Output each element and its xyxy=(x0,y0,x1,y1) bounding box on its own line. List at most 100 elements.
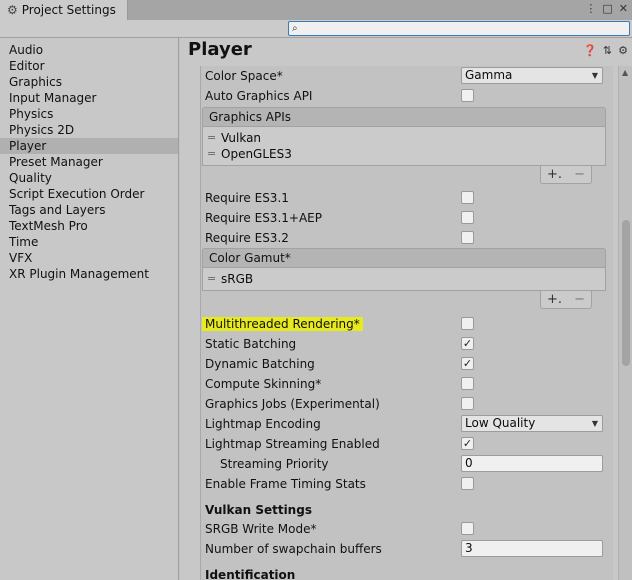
multithreaded-rendering-label: Multithreaded Rendering* xyxy=(202,317,363,331)
vertical-scrollbar[interactable]: ▲ xyxy=(618,66,632,580)
lightmap-encoding-dropdown[interactable]: Low Quality ▼ xyxy=(461,415,603,432)
color-gamut-list: Color Gamut* = sRGB +. − xyxy=(202,248,606,311)
drag-handle-icon[interactable]: = xyxy=(207,130,221,146)
sidebar-item-textmesh-pro[interactable]: TextMesh Pro xyxy=(0,218,178,234)
dynamic-batching-checkbox[interactable]: ✓ xyxy=(461,357,474,370)
compute-skinning-label: Compute Skinning* xyxy=(205,377,322,391)
require-es32-label: Require ES3.2 xyxy=(205,231,289,245)
list-item-label: sRGB xyxy=(221,272,254,286)
dynamic-batching-row: Dynamic Batching ✓ xyxy=(201,354,613,374)
check-icon: ✓ xyxy=(462,357,473,370)
menu-icon[interactable]: ⋮ xyxy=(585,2,596,16)
tab-project-settings[interactable]: ⚙ Project Settings xyxy=(0,0,128,20)
sidebar-item-time[interactable]: Time xyxy=(0,234,178,250)
dynamic-batching-label: Dynamic Batching xyxy=(205,357,315,371)
list-buttons: +. − xyxy=(540,291,592,309)
sidebar-item-xr-plugin-management[interactable]: XR Plugin Management xyxy=(0,266,178,282)
lightmap-encoding-value: Low Quality xyxy=(465,416,536,430)
auto-graphics-api-checkbox[interactable] xyxy=(461,89,474,102)
srgb-write-mode-label: SRGB Write Mode* xyxy=(205,522,317,536)
graphics-jobs-checkbox[interactable] xyxy=(461,397,474,410)
compute-skinning-row: Compute Skinning* xyxy=(201,374,613,394)
sidebar-item-quality[interactable]: Quality xyxy=(0,170,178,186)
sidebar-item-graphics[interactable]: Graphics xyxy=(0,74,178,90)
drag-handle-icon[interactable]: = xyxy=(207,271,221,287)
auto-graphics-api-row: Auto Graphics API xyxy=(201,86,613,106)
swapchain-buffers-field[interactable]: 3 xyxy=(461,540,603,557)
require-es31-row: Require ES3.1 xyxy=(201,188,613,208)
identification-row: Identification xyxy=(201,565,613,580)
sidebar-item-player[interactable]: Player xyxy=(0,138,178,154)
frame-timing-stats-checkbox[interactable] xyxy=(461,477,474,490)
presets-icon[interactable]: ⇅ xyxy=(603,44,612,57)
page-title: Player xyxy=(188,39,252,60)
lightmap-streaming-row: Lightmap Streaming Enabled ✓ xyxy=(201,434,613,454)
vulkan-settings-heading: Vulkan Settings xyxy=(205,503,312,517)
sidebar-item-script-execution-order[interactable]: Script Execution Order xyxy=(0,186,178,202)
color-space-dropdown[interactable]: Gamma ▼ xyxy=(461,67,603,84)
require-es31-label: Require ES3.1 xyxy=(205,191,289,205)
sidebar: Audio Editor Graphics Input Manager Phys… xyxy=(0,38,179,580)
remove-icon[interactable]: − xyxy=(574,167,585,182)
lightmap-encoding-row: Lightmap Encoding Low Quality ▼ xyxy=(201,414,613,434)
lightmap-streaming-checkbox[interactable]: ✓ xyxy=(461,437,474,450)
search-input[interactable]: ⌕ xyxy=(288,21,630,36)
compute-skinning-checkbox[interactable] xyxy=(461,377,474,390)
gear-icon: ⚙ xyxy=(7,3,18,17)
list-item[interactable]: = Vulkan xyxy=(207,130,605,146)
frame-timing-stats-label: Enable Frame Timing Stats xyxy=(205,477,366,491)
sidebar-item-preset-manager[interactable]: Preset Manager xyxy=(0,154,178,170)
settings-icon[interactable]: ⚙ xyxy=(618,44,628,57)
color-space-value: Gamma xyxy=(465,68,513,82)
lightmap-encoding-label: Lightmap Encoding xyxy=(205,417,321,431)
sidebar-item-vfx[interactable]: VFX xyxy=(0,250,178,266)
add-icon[interactable]: +. xyxy=(547,167,562,182)
identification-heading: Identification xyxy=(205,568,296,580)
require-es32-checkbox[interactable] xyxy=(461,231,474,244)
static-batching-label: Static Batching xyxy=(205,337,297,351)
require-es31-aep-checkbox[interactable] xyxy=(461,211,474,224)
search-icon: ⌕ xyxy=(292,23,298,34)
graphics-apis-footer: +. − xyxy=(202,166,606,186)
sidebar-item-physics-2d[interactable]: Physics 2D xyxy=(0,122,178,138)
drag-handle-icon[interactable]: = xyxy=(207,146,221,162)
graphics-apis-body: = Vulkan = OpenGLES3 xyxy=(202,127,606,166)
remove-icon[interactable]: − xyxy=(574,292,585,307)
sidebar-item-editor[interactable]: Editor xyxy=(0,58,178,74)
frame-timing-stats-row: Enable Frame Timing Stats xyxy=(201,474,613,494)
list-item[interactable]: = sRGB xyxy=(207,271,605,287)
require-es31-checkbox[interactable] xyxy=(461,191,474,204)
scroll-up-icon[interactable]: ▲ xyxy=(622,68,628,77)
sidebar-item-physics[interactable]: Physics xyxy=(0,106,178,122)
sidebar-item-input-manager[interactable]: Input Manager xyxy=(0,90,178,106)
add-icon[interactable]: +. xyxy=(547,292,562,307)
srgb-write-mode-checkbox[interactable] xyxy=(461,522,474,535)
search-row: ⌕ xyxy=(0,20,632,38)
close-icon[interactable]: ✕ xyxy=(619,2,628,16)
streaming-priority-field[interactable]: 0 xyxy=(461,455,603,472)
vulkan-settings-row: Vulkan Settings xyxy=(201,500,613,520)
sidebar-item-audio[interactable]: Audio xyxy=(0,42,178,58)
graphics-apis-header: Graphics APIs xyxy=(202,107,606,127)
list-item[interactable]: = OpenGLES3 xyxy=(207,146,605,162)
multithreaded-rendering-checkbox[interactable] xyxy=(461,317,474,330)
scrollbar-thumb[interactable] xyxy=(622,220,630,366)
settings-content: Color Space* Gamma ▼ Auto Graphics API G… xyxy=(200,66,613,580)
main-panel: Player ❓ ⇅ ⚙ Color Space* Gamma ▼ Auto G… xyxy=(180,38,632,580)
color-gamut-header: Color Gamut* xyxy=(202,248,606,268)
maximize-icon[interactable]: □ xyxy=(602,2,612,16)
help-icon[interactable]: ❓ xyxy=(583,44,597,57)
sidebar-item-tags-and-layers[interactable]: Tags and Layers xyxy=(0,202,178,218)
streaming-priority-row: Streaming Priority 0 xyxy=(201,454,613,474)
window-controls: ⋮ □ ✕ xyxy=(585,2,628,16)
require-es31-aep-row: Require ES3.1+AEP xyxy=(201,208,613,228)
chevron-down-icon: ▼ xyxy=(591,419,598,428)
list-buttons: +. − xyxy=(540,166,592,184)
static-batching-checkbox[interactable]: ✓ xyxy=(461,337,474,350)
graphics-apis-list: Graphics APIs = Vulkan = OpenGLES3 +. − xyxy=(202,107,606,186)
check-icon: ✓ xyxy=(462,437,473,450)
graphics-jobs-row: Graphics Jobs (Experimental) xyxy=(201,394,613,414)
auto-graphics-api-label: Auto Graphics API xyxy=(205,89,313,103)
tab-bar: ⚙ Project Settings ⋮ □ ✕ xyxy=(0,0,632,20)
require-es31-aep-label: Require ES3.1+AEP xyxy=(205,211,322,225)
